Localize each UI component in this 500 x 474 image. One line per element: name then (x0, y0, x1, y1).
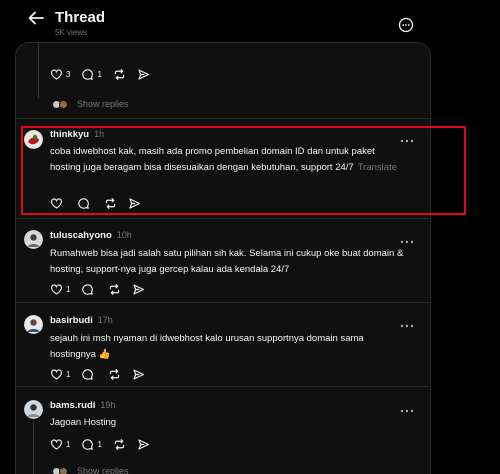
username[interactable]: bams.rudi 19h (50, 400, 115, 411)
send-icon (133, 283, 145, 295)
heart-icon (51, 368, 62, 380)
post-actions: 3 1 (50, 66, 161, 82)
highlight-box (21, 126, 466, 215)
reply-avatars (52, 466, 69, 474)
send-icon (138, 438, 149, 450)
username-text[interactable]: basirbudi (50, 315, 93, 326)
reply-post: basirbudi 17h sejauh ini msh nyaman di id… (16, 302, 430, 386)
repost-button[interactable] (113, 436, 126, 452)
like-count: 1 (66, 369, 71, 379)
post-actions: 1 (50, 281, 156, 297)
repost-button[interactable] (108, 366, 121, 382)
reply-button[interactable] (81, 281, 97, 297)
reply-count: 1 (97, 69, 102, 79)
like-button[interactable]: 1 (50, 436, 70, 452)
share-button[interactable] (137, 436, 150, 452)
comment-icon (82, 283, 94, 295)
share-button[interactable] (137, 66, 150, 82)
reply-avatars (52, 99, 69, 109)
heart-icon (51, 283, 62, 295)
page-title: Thread (55, 9, 106, 26)
avatar[interactable] (24, 315, 43, 334)
avatar[interactable] (24, 400, 43, 419)
share-button[interactable] (132, 366, 145, 382)
comment-icon (82, 438, 94, 450)
thread-header: Thread 5K views (0, 0, 500, 42)
reply-post: bams.rudi 19h Jagoan Hosting 1 1 Show rep… (16, 386, 430, 474)
reply-post: tuluscahyono 10h Rumahweb bisa jadi salah… (16, 218, 430, 308)
post-body: Jagoan Hosting (50, 417, 117, 428)
repost-icon (114, 438, 125, 450)
username-text[interactable]: tuluscahyono (50, 230, 112, 241)
like-button[interactable]: 3 (50, 66, 70, 82)
like-count: 1 (66, 439, 71, 449)
post-body: Rumahweb bisa jadi salah satu pilihan si… (50, 248, 404, 275)
view-count: 5K views (55, 28, 88, 37)
repost-button[interactable] (113, 66, 126, 82)
avatar[interactable] (24, 230, 43, 249)
post-time: 10h (116, 230, 132, 240)
reply-count: 1 (97, 439, 102, 449)
reply-button[interactable]: 1 (81, 66, 102, 82)
post-more-icon[interactable] (400, 401, 414, 413)
show-replies-label: Show replies (77, 99, 129, 109)
show-replies-link[interactable]: Show replies (52, 466, 129, 474)
username[interactable]: basirbudi 17h (50, 315, 113, 326)
send-icon (138, 68, 149, 80)
reply-button[interactable] (81, 366, 97, 382)
post-time: 19h (100, 400, 116, 410)
back-arrow-icon[interactable] (26, 8, 46, 28)
post-more-icon[interactable] (400, 316, 414, 328)
send-icon (133, 368, 145, 380)
repost-icon (110, 283, 120, 295)
reply-button[interactable]: 1 (81, 436, 102, 452)
like-button[interactable]: 1 (50, 281, 70, 297)
post-more-icon[interactable] (400, 232, 414, 244)
post-actions: 1 (50, 366, 156, 382)
thread-connector (38, 43, 39, 98)
show-replies-label: Show replies (77, 466, 129, 474)
repost-button[interactable] (108, 281, 121, 297)
post-actions: 1 1 (50, 436, 161, 452)
thread-connector (33, 422, 34, 474)
share-button[interactable] (132, 281, 145, 297)
like-count: 3 (66, 69, 71, 79)
heart-icon (51, 68, 62, 80)
repost-icon (110, 368, 120, 380)
more-options-icon[interactable] (398, 17, 414, 33)
thread-panel: 3 1 Show replies thinkkyu 1h coba idwebho… (15, 42, 431, 474)
post-time: 17h (97, 315, 113, 325)
comment-icon (82, 368, 94, 380)
username[interactable]: tuluscahyono 10h (50, 230, 132, 241)
repost-icon (114, 68, 125, 80)
comment-icon (82, 68, 94, 80)
heart-icon (51, 438, 62, 450)
post-body: sejauh ini msh nyaman di idwebhost kalo … (50, 333, 364, 360)
show-replies-link[interactable]: Show replies (52, 99, 129, 109)
username-text[interactable]: bams.rudi (50, 400, 95, 411)
like-button[interactable]: 1 (50, 366, 70, 382)
like-count: 1 (66, 284, 71, 294)
